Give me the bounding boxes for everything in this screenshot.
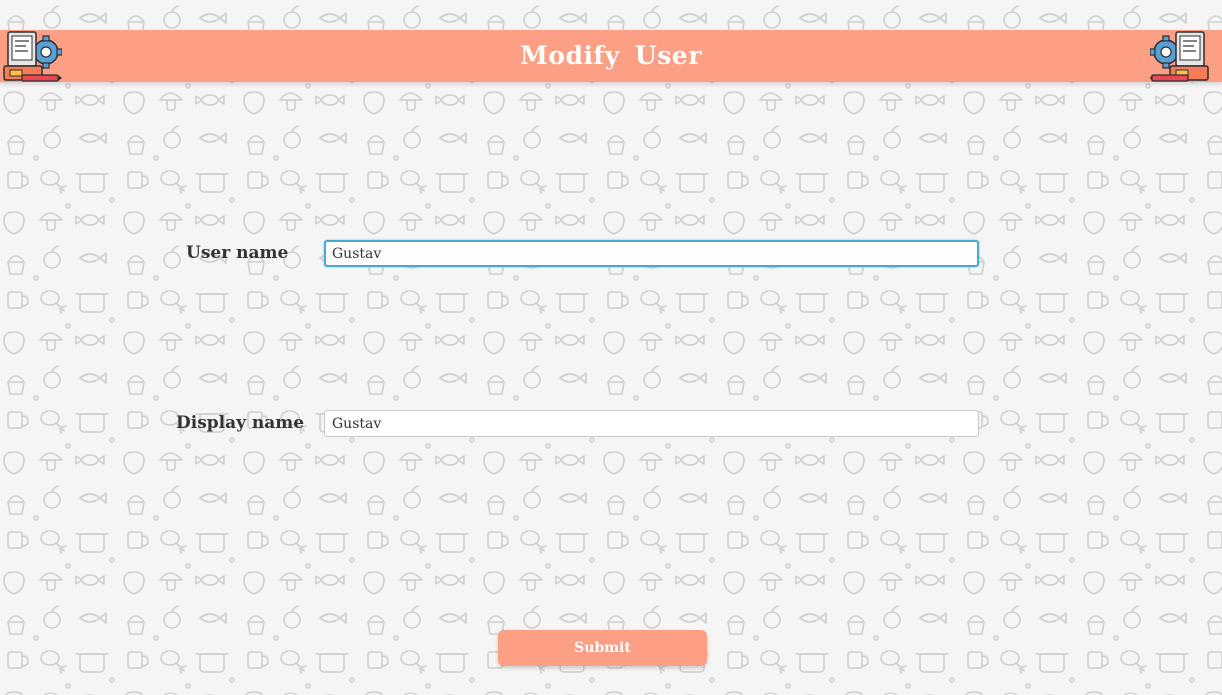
display-name-label: Display name	[176, 413, 305, 433]
food-doodle-background	[0, 0, 1222, 695]
user-name-label: User name	[186, 243, 289, 263]
submit-button[interactable]: Submit	[498, 630, 707, 666]
header-bar: Modify User	[0, 30, 1222, 82]
display-name-input[interactable]	[324, 410, 979, 437]
chef-computer-settings-icon	[1150, 31, 1209, 82]
user-name-input[interactable]	[324, 240, 979, 267]
page-title: Modify User	[520, 41, 702, 70]
chef-computer-settings-icon	[3, 31, 62, 82]
